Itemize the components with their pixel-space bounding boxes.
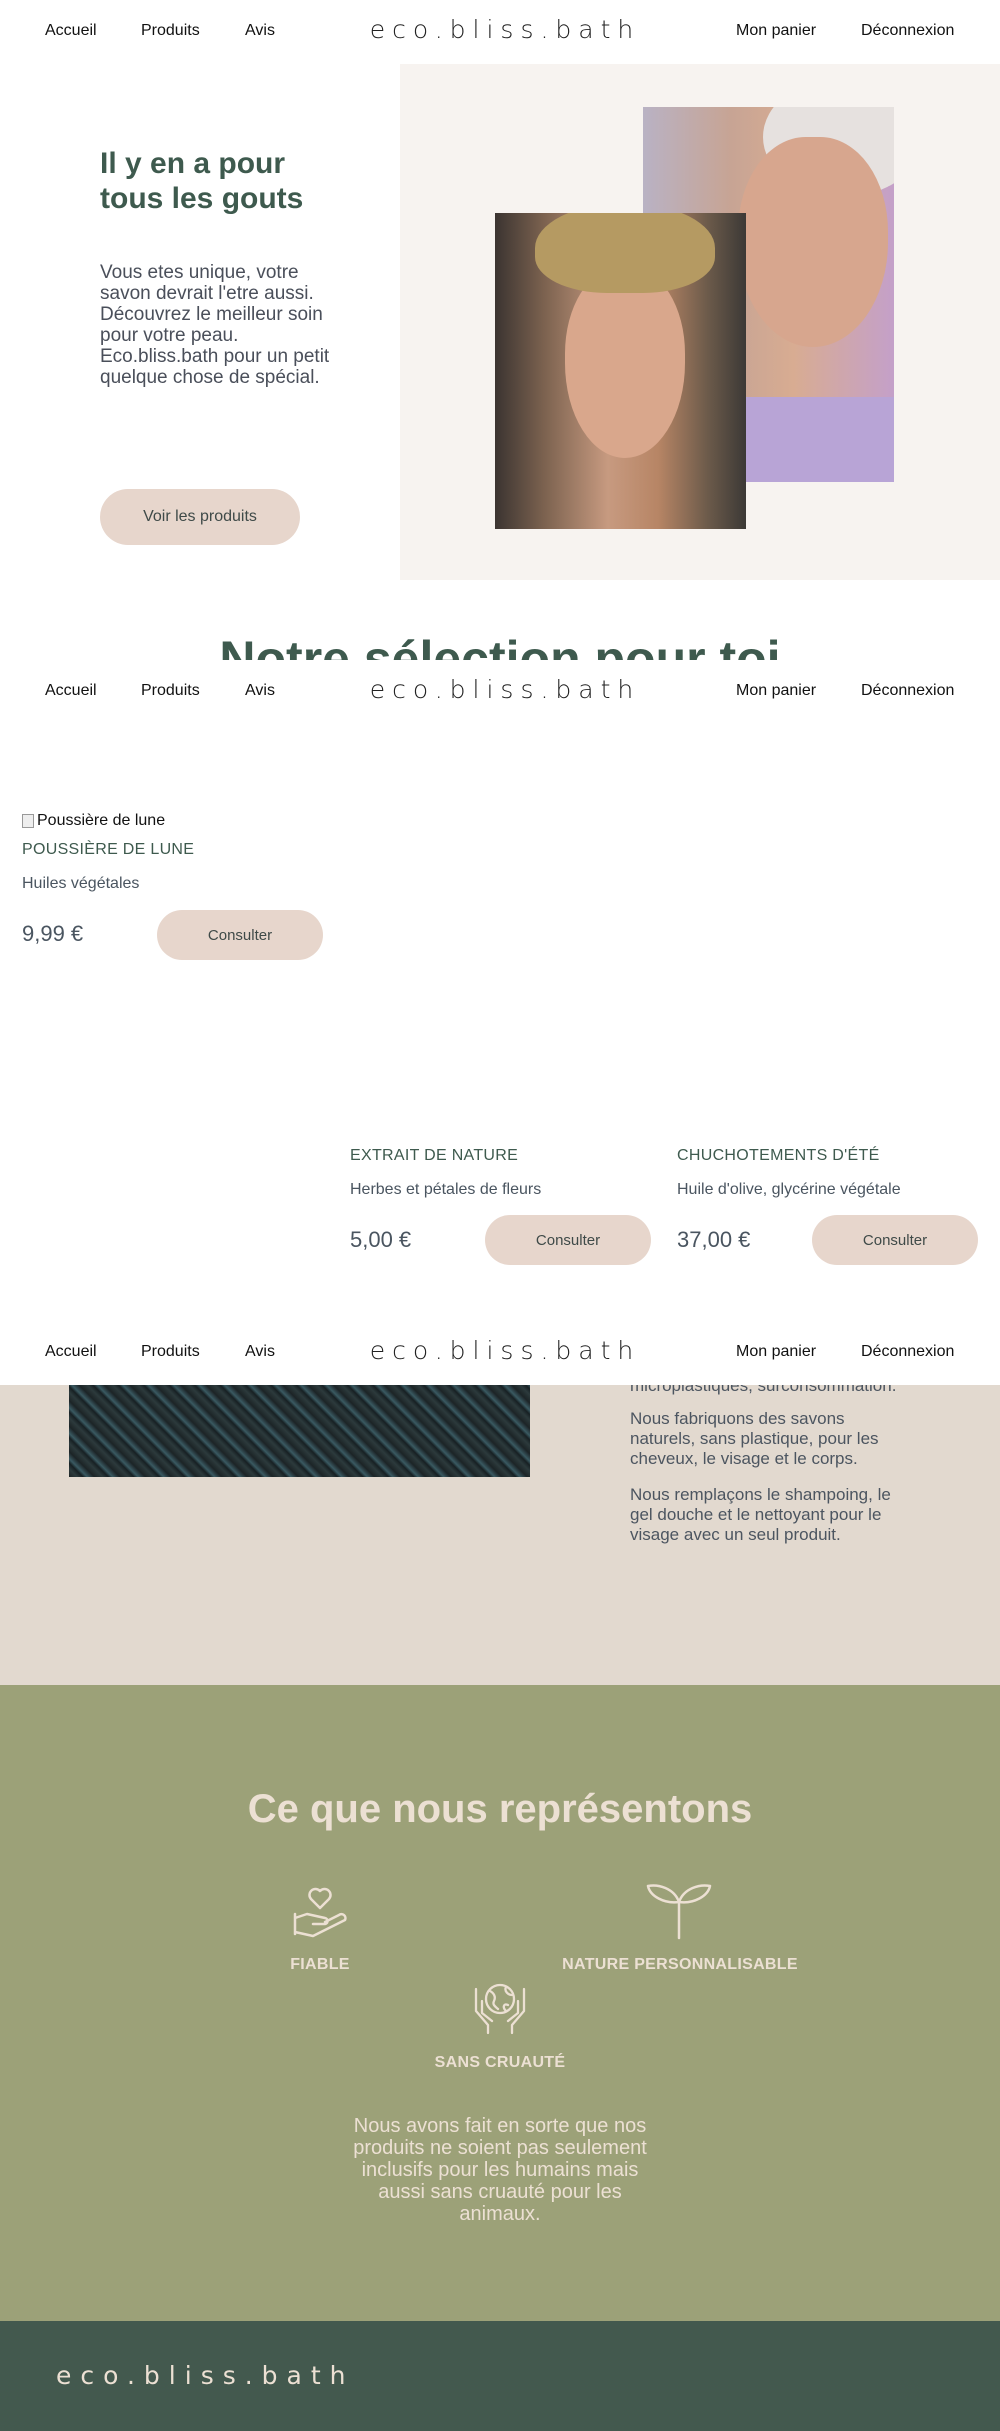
footer: eco.bliss.bath: [0, 2321, 1000, 2431]
product-price: 37,00 €: [677, 1227, 751, 1252]
nav-cart-link[interactable]: Mon panier: [736, 22, 816, 40]
broken-image-icon: [22, 814, 34, 828]
navbar: Accueil Produits Avis eco.bliss.bath Mon…: [0, 660, 1000, 724]
rock-image: [69, 1385, 530, 1477]
navbar: Accueil Produits Avis eco.bliss.bath Mon…: [0, 0, 1000, 64]
heart-hand-icon: [293, 1887, 347, 1938]
hero-title: Il y en a pour tous les gouts: [100, 147, 304, 215]
product-description: Huile d'olive, glycérine végétale: [677, 1181, 901, 1198]
consult-button[interactable]: Consulter: [812, 1215, 978, 1265]
navbar: Accueil Produits Avis eco.bliss.bath Mon…: [0, 1321, 1000, 1385]
view-products-button[interactable]: Voir les produits: [100, 489, 300, 545]
hero-photo-young: [495, 213, 746, 529]
about-paragraph: Nous fabriquons des savons naturels, san…: [630, 1409, 879, 1468]
footer-brand-logo[interactable]: eco.bliss.bath: [56, 2361, 355, 2390]
product-name: EXTRAIT DE NATURE: [350, 1147, 519, 1164]
product-description: Herbes et pétales de fleurs: [350, 1181, 542, 1198]
nav-cart-link[interactable]: Mon panier: [736, 682, 816, 700]
values-section: Ce que nous représentons FIABLE NATURE P…: [0, 1685, 1000, 2321]
product-price: 9,99 €: [22, 921, 84, 946]
value-label: FIABLE: [290, 1956, 350, 1973]
sprout-icon: [646, 1884, 712, 1940]
values-title: Ce que nous représentons: [247, 1787, 753, 1831]
nav-logout-link[interactable]: Déconnexion: [861, 682, 954, 700]
brand-logo[interactable]: eco.bliss.bath: [0, 675, 1000, 704]
selection-title: Notre sélection pour toi: [219, 631, 781, 664]
values-text: Nous avons fait en sorte que nos produit…: [353, 2115, 647, 2225]
consult-button[interactable]: Consulter: [157, 910, 323, 960]
nav-cart-link[interactable]: Mon panier: [736, 1343, 816, 1361]
product-image-broken: Poussière de lune: [22, 812, 165, 830]
brand-logo[interactable]: eco.bliss.bath: [0, 15, 1000, 44]
selection-title-clip: Notre sélection pour toi: [0, 620, 1000, 664]
value-label: SANS CRUAUTÉ: [434, 2054, 566, 2071]
product-description: Huiles végétales: [22, 875, 140, 892]
brand-logo[interactable]: eco.bliss.bath: [0, 1336, 1000, 1365]
product-image-alt: Poussière de lune: [37, 812, 166, 829]
product-price: 5,00 €: [350, 1227, 412, 1252]
about-section: microplastiques, surconsommation. Nous f…: [0, 1376, 1000, 1685]
nav-logout-link[interactable]: Déconnexion: [861, 22, 954, 40]
product-name: CHUCHOTEMENTS D'ÉTÉ: [677, 1147, 880, 1164]
consult-button[interactable]: Consulter: [485, 1215, 651, 1265]
product-name: POUSSIÈRE DE LUNE: [22, 841, 195, 858]
globe-hands-icon: [474, 1983, 526, 2035]
value-label: NATURE PERSONNALISABLE: [562, 1956, 798, 1973]
nav-logout-link[interactable]: Déconnexion: [861, 1343, 954, 1361]
about-paragraph: Nous remplaçons le shampoing, le gel dou…: [630, 1485, 891, 1544]
hero-text: Vous etes unique, votre savon devrait l'…: [100, 262, 330, 388]
